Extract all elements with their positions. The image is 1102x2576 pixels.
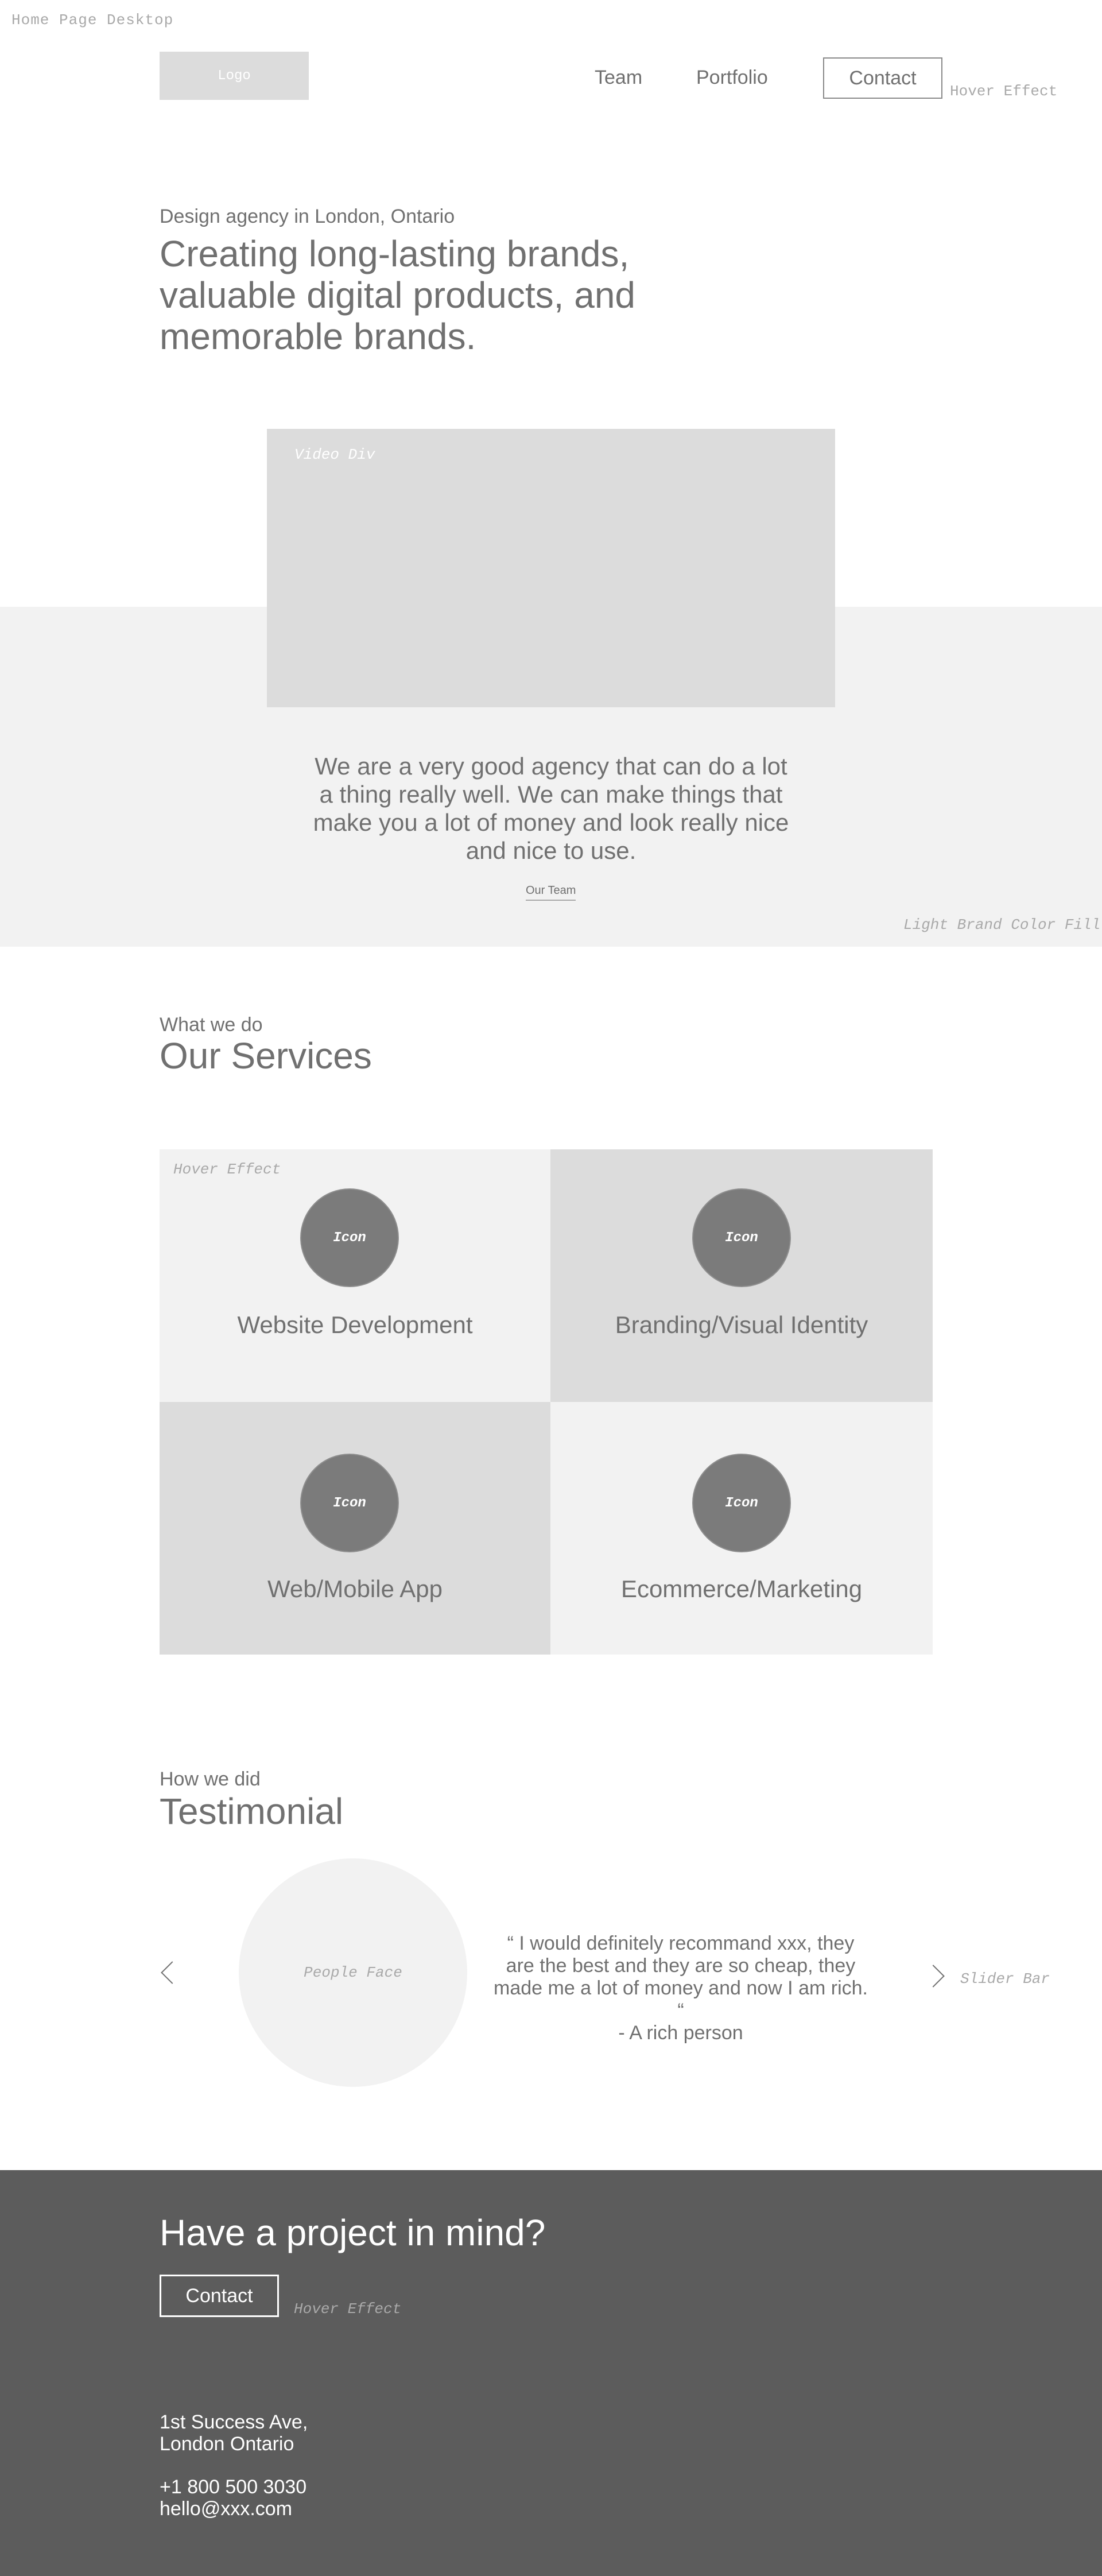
our-team-link[interactable]: Our Team <box>526 884 576 901</box>
service-card-ecommerce-marketing[interactable]: Icon Ecommerce/Marketing <box>550 1402 933 1655</box>
video-label: Video Div <box>294 446 375 463</box>
service-card-branding[interactable]: Icon Branding/Visual Identity <box>550 1149 933 1402</box>
address-line-1: 1st Success Ave, <box>160 2411 308 2433</box>
quote-text: “ I would definitely recommand xxx, they… <box>494 1932 868 2021</box>
service-icon: Icon <box>300 1454 399 1552</box>
hero-kicker: Design agency in London, Ontario <box>160 206 455 227</box>
logo[interactable]: Logo <box>160 52 309 100</box>
address: 1st Success Ave, London Ontario <box>160 2411 308 2455</box>
cta-title: Have a project in mind? <box>160 2212 546 2253</box>
hover-effect-note: Hover Effect <box>950 83 1058 100</box>
quote-author: - A rich person <box>618 2022 743 2044</box>
address-line-2: London Ontario <box>160 2433 294 2455</box>
contact-details: +1 800 500 3030 hello@xxx.com <box>160 2476 306 2520</box>
hover-effect-note: Hover Effect <box>173 1161 281 1178</box>
service-icon: Icon <box>300 1188 399 1287</box>
page-label: Home Page Desktop <box>11 11 174 29</box>
services-title: Our Services <box>160 1035 372 1076</box>
service-label: Web/Mobile App <box>267 1575 443 1602</box>
video-placeholder[interactable]: Video Div <box>267 429 835 707</box>
person-face-placeholder: People Face <box>239 1858 467 2087</box>
hero-title: Creating long-lasting brands, valuable d… <box>160 233 635 357</box>
service-label: Website Development <box>237 1311 473 1338</box>
service-icon: Icon <box>692 1188 791 1287</box>
service-label: Ecommerce/Marketing <box>620 1575 863 1602</box>
nav-link-portfolio[interactable]: Portfolio <box>696 67 768 89</box>
phone-number[interactable]: +1 800 500 3030 <box>160 2476 306 2498</box>
services-kicker: What we do <box>160 1014 263 1036</box>
light-brand-fill-note: Light Brand Color Fill <box>903 916 1101 933</box>
slider-next-arrow-icon[interactable] <box>922 1965 945 1988</box>
testimonial-title: Testimonial <box>160 1791 344 1832</box>
slider-bar-note: Slider Bar <box>960 1970 1050 1988</box>
nav-link-team[interactable]: Team <box>595 67 642 89</box>
service-card-website-development[interactable]: Hover Effect Icon Website Development <box>160 1149 550 1402</box>
email-address[interactable]: hello@xxx.com <box>160 2498 306 2520</box>
service-card-web-mobile-app[interactable]: Icon Web/Mobile App <box>160 1402 550 1655</box>
testimonial-kicker: How we did <box>160 1768 261 1790</box>
slider-prev-arrow-icon[interactable] <box>161 1961 184 1984</box>
testimonial-quote: “ I would definitely recommand xxx, they… <box>491 1932 870 2044</box>
hover-effect-note: Hover Effect <box>294 2300 402 2318</box>
footer-contact-button[interactable]: Contact <box>160 2275 279 2317</box>
service-label: Branding/Visual Identity <box>615 1311 868 1338</box>
header-contact-button[interactable]: Contact <box>823 57 942 99</box>
service-icon: Icon <box>692 1454 791 1552</box>
about-text: We are a very good agency that can do a … <box>313 753 789 864</box>
